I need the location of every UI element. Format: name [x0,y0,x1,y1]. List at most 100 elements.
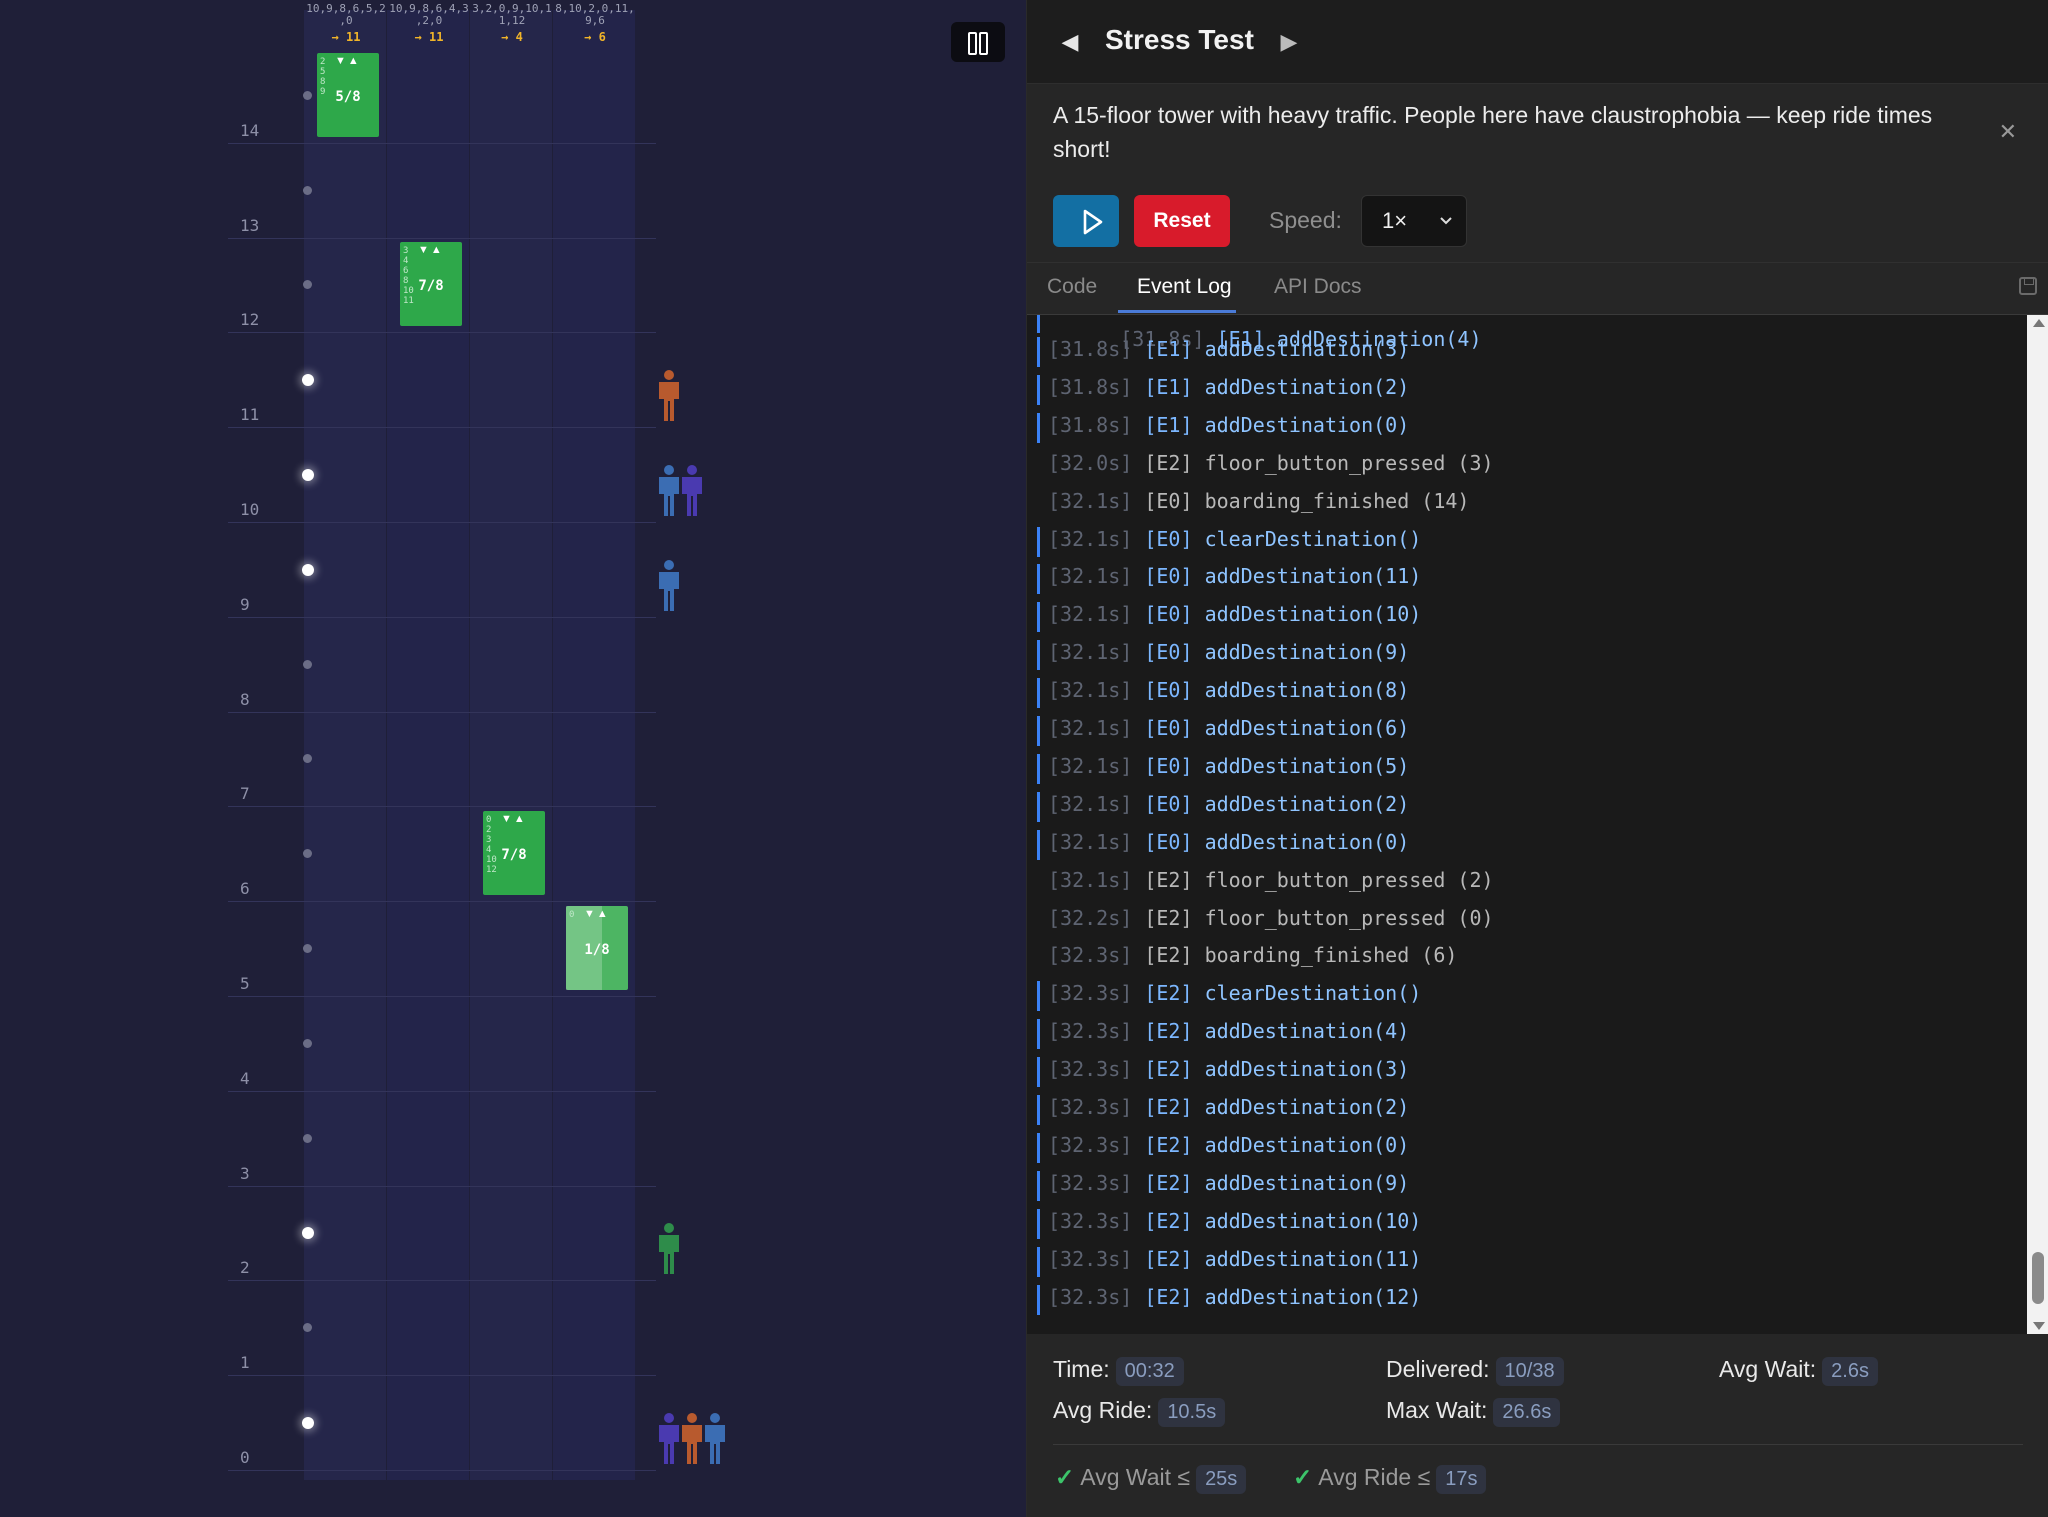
floor-line [228,522,656,523]
tab-api-docs[interactable]: API Docs [1274,275,1362,299]
person-icon [659,1223,679,1275]
call-button-lit[interactable] [302,563,314,576]
floor-line [228,711,656,713]
floor-number: 12 [240,310,260,330]
elevator-queue: 10,9,8,6,4,3,2,0 [389,2,469,27]
scroll-up-arrow-icon[interactable] [2033,319,2045,327]
log-row: [31.8s] [E1] addDestination(3) [1037,337,2027,367]
person-icon [659,370,679,422]
elevator-shaft [553,10,635,1480]
direction-arrows-icon: ▼▲ [501,813,527,826]
floor-number: 6 [240,879,250,899]
floor-line [228,616,656,618]
floor-number: 1 [240,1353,250,1373]
level-header: ◀ Stress Test ▶ [1027,0,2048,84]
active-tab-indicator [1118,310,1236,313]
log-row: [32.1s] [E0] addDestination(10) [1037,602,2027,633]
log-row: [32.1s] [E0] addDestination(0) [1037,829,2027,860]
next-level-button[interactable]: ▶ [1274,24,1304,60]
call-button[interactable] [303,944,312,953]
speed-select[interactable]: 1× [1361,195,1467,247]
floor-number: 11 [240,405,260,425]
person-icon [659,465,679,516]
right-triangle-icon: ▶ [1280,29,1298,54]
log-row: [32.1s] [E0] addDestination(6) [1037,716,2027,746]
log-row: [31.8s] [E1] addDestination(2) [1037,374,2027,405]
person-icon [682,1413,702,1464]
goal-avg-ride: ✓ Avg Ride ≤17s [1293,1464,1487,1494]
delivered-value: 10/38 [1495,1357,1564,1386]
elevator-target: → 6 [584,30,606,44]
log-row: [32.0s] [E2] floor_button_pressed (3) [1048,450,1494,475]
direction-arrows-icon: ▼▲ [418,244,444,257]
car-load: 7/8 [501,847,527,864]
log-row: [32.3s] [E2] addDestination(4) [1037,1019,2027,1050]
call-button[interactable] [303,185,312,195]
log-row: [32.3s] [E2] addDestination(10) [1037,1208,2027,1239]
close-description-button[interactable]: ✕ [1993,118,2023,146]
tab-event-log[interactable]: Event Log [1137,275,1232,299]
log-row: [32.3s] [E2] addDestination(3) [1037,1057,2027,1088]
log-row: [32.3s] [E2] addDestination(12) [1037,1284,2027,1315]
level-title: Stress Test [1105,24,1254,55]
goal-avg-wait-value: 25s [1196,1465,1247,1494]
elevator-car: ▼▲ 3 4 6 8 10 11 7/8 [400,242,462,327]
pause-icon-bar [979,32,988,55]
avg-ride-value: 10.5s [1158,1398,1226,1427]
event-log[interactable]: [31.8s] [E1] addDestination(4) [31.8s] [… [1027,315,2027,1334]
floor-number: 0 [240,1448,250,1467]
log-row: [32.3s] [E2] addDestination(0) [1037,1132,2027,1163]
pause-button[interactable] [951,22,1005,62]
stat-avg-wait: Avg Wait: 2.6s [1719,1356,1878,1386]
floor-number: 2 [240,1258,250,1278]
log-row: [32.3s] [E2] addDestination(9) [1037,1170,2027,1201]
car-destinations: 0 [569,910,575,920]
car-load: 5/8 [335,88,361,105]
call-button[interactable] [303,90,312,100]
elevator-car: ▼▲ 0 1/8 [566,906,628,990]
call-button-lit[interactable] [302,1417,314,1429]
check-icon: ✓ [1293,1464,1313,1490]
call-button[interactable] [303,1133,312,1143]
log-scrollbar[interactable] [2027,315,2048,1334]
save-icon[interactable] [2019,277,2037,295]
floor-line [228,237,656,239]
floor-line [228,1185,656,1187]
floor-line [228,1090,656,1092]
goal-avg-ride-value: 17s [1436,1465,1487,1494]
stats-panel: Time: 00:32 Delivered: 10/38 Avg Wait: 2.6s… [1027,1334,2048,1517]
call-button[interactable] [303,1038,312,1048]
log-row: [32.1s] [E2] floor_button_pressed (2) [1048,867,1494,892]
log-row: [32.3s] [E2] addDestination(11) [1037,1246,2027,1277]
elevator-shaft [387,10,469,1480]
floor-line [228,427,656,429]
car-load: 7/8 [418,278,444,295]
elevator-target: → 4 [501,30,523,44]
direction-arrows-icon: ▼▲ [335,54,361,67]
play-button[interactable] [1053,195,1119,247]
log-row: [32.1s] [E0] addDestination(8) [1037,678,2027,709]
prev-level-button[interactable]: ◀ [1055,24,1085,60]
stat-delivered: Delivered: 10/38 [1386,1356,1564,1386]
floor-line [228,901,656,903]
call-button-lit[interactable] [302,469,314,481]
floor-number: 4 [240,1068,250,1088]
goal-avg-wait: ✓ Avg Wait ≤25s [1055,1464,1247,1494]
floor-line [228,1280,656,1282]
log-row: [32.1s] [E0] addDestination(5) [1037,753,2027,784]
speed-value: 1× [1382,208,1408,233]
call-button[interactable] [303,659,312,669]
level-description-banner: A 15-floor tower with heavy traffic. Peo… [1027,84,2048,179]
elevator-car: ▼▲ 0 2 3 4 10 12 7/8 [483,811,545,896]
reset-button[interactable]: Reset [1134,195,1230,247]
floor-number: 5 [240,974,250,993]
scroll-thumb[interactable] [2032,1252,2044,1304]
tab-code[interactable]: Code [1047,275,1097,299]
floor-line [228,996,656,997]
floor-line [228,806,656,808]
direction-arrows-icon: ▼▲ [584,908,610,920]
play-icon [1083,209,1103,235]
speed-label: Speed: [1269,207,1342,233]
floor-number: 7 [240,784,250,804]
scroll-down-arrow-icon[interactable] [2033,1322,2045,1330]
